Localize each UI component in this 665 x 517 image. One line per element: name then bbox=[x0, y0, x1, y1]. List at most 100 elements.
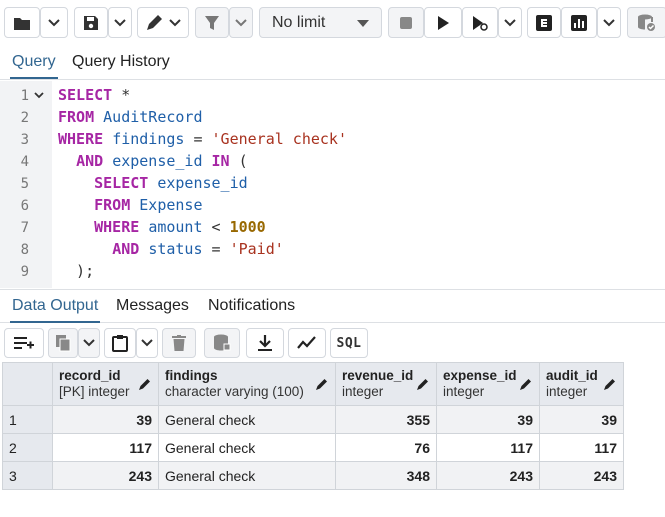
graph-dropdown[interactable] bbox=[597, 7, 621, 38]
add-row-button[interactable] bbox=[4, 328, 44, 358]
code-line[interactable]: AND expense_id IN ( bbox=[58, 152, 248, 170]
commit-button[interactable] bbox=[627, 7, 665, 38]
graph-visualiser-button[interactable] bbox=[288, 328, 326, 358]
explain-button[interactable] bbox=[462, 7, 498, 38]
pencil-icon[interactable] bbox=[416, 377, 430, 391]
open-file-button[interactable] bbox=[4, 7, 40, 38]
copy-dropdown[interactable] bbox=[78, 328, 100, 358]
cell-expense-id[interactable]: 243 bbox=[436, 461, 540, 490]
column-header[interactable]: record_id [PK] integer bbox=[52, 362, 159, 406]
copy-button[interactable] bbox=[48, 328, 78, 358]
open-file-dropdown[interactable] bbox=[40, 7, 68, 38]
line-number: 5 bbox=[20, 176, 29, 192]
pencil-icon[interactable] bbox=[138, 377, 152, 391]
code-token: WHERE bbox=[58, 130, 104, 148]
delete-row-button[interactable] bbox=[162, 328, 196, 358]
tab-data-output[interactable]: Data Output bbox=[10, 290, 101, 323]
cell-findings[interactable]: General check bbox=[158, 433, 336, 462]
save-data-button[interactable] bbox=[204, 328, 240, 358]
code-line[interactable]: AND status = 'Paid' bbox=[58, 240, 284, 258]
code-token: < bbox=[202, 218, 230, 236]
code-token: SELECT bbox=[58, 86, 113, 104]
line-number: 9 bbox=[20, 264, 29, 280]
result-tab-bar: Data Output Messages Notifications bbox=[0, 289, 665, 323]
pencil-icon[interactable] bbox=[519, 377, 533, 391]
row-number[interactable]: 3 bbox=[2, 461, 53, 490]
line-number: 6 bbox=[20, 198, 29, 214]
download-button[interactable] bbox=[246, 328, 284, 358]
code-line[interactable]: SELECT expense_id bbox=[58, 174, 248, 192]
paste-button[interactable] bbox=[104, 328, 136, 358]
pencil-icon[interactable] bbox=[603, 377, 617, 391]
line-number: 7 bbox=[20, 220, 29, 236]
tab-query-history[interactable]: Query History bbox=[70, 46, 172, 79]
column-header[interactable]: expense_id integer bbox=[436, 362, 540, 406]
tab-query[interactable]: Query bbox=[10, 46, 58, 79]
table-row[interactable]: 1 39 General check 355 39 39 bbox=[2, 405, 624, 434]
row-number-header[interactable] bbox=[2, 362, 53, 406]
code-line[interactable]: SELECT * bbox=[58, 86, 130, 104]
cell-record-id[interactable]: 243 bbox=[52, 461, 159, 490]
code-line[interactable]: WHERE amount < 1000 bbox=[58, 218, 266, 236]
execute-dropdown[interactable] bbox=[498, 7, 522, 38]
cell-revenue-id[interactable]: 76 bbox=[335, 433, 437, 462]
column-header[interactable]: findings character varying (100) bbox=[158, 362, 336, 406]
query-toolbar: No limit bbox=[0, 0, 665, 46]
cell-audit-id[interactable]: 39 bbox=[539, 405, 624, 434]
edit-menu-button[interactable] bbox=[137, 7, 189, 38]
table-row[interactable]: 2 117 General check 76 117 117 bbox=[2, 433, 624, 462]
tab-messages[interactable]: Messages bbox=[114, 290, 191, 323]
cell-findings[interactable]: General check bbox=[158, 461, 336, 490]
column-header[interactable]: revenue_id integer bbox=[335, 362, 437, 406]
explain-analyze-button[interactable] bbox=[527, 7, 561, 38]
tab-notifications[interactable]: Notifications bbox=[206, 290, 297, 323]
cell-audit-id[interactable]: 243 bbox=[539, 461, 624, 490]
chevron-down-icon bbox=[603, 18, 615, 26]
table-row[interactable]: 3 243 General check 348 243 243 bbox=[2, 461, 624, 490]
save-icon bbox=[84, 15, 98, 30]
chevron-down-icon bbox=[235, 18, 247, 26]
code-token: status bbox=[148, 240, 203, 258]
line-number: 2 bbox=[20, 110, 29, 126]
add-row-icon bbox=[14, 337, 34, 349]
save-button[interactable] bbox=[74, 7, 108, 38]
code-line[interactable]: ); bbox=[58, 262, 94, 280]
column-header[interactable]: audit_id integer bbox=[539, 362, 624, 406]
code-token: * bbox=[112, 86, 131, 104]
cell-record-id[interactable]: 117 bbox=[52, 433, 159, 462]
code-line[interactable]: WHERE findings = 'General check' bbox=[58, 130, 347, 148]
row-number[interactable]: 1 bbox=[2, 405, 53, 434]
cell-record-id[interactable]: 39 bbox=[52, 405, 159, 434]
save-dropdown[interactable] bbox=[108, 7, 132, 38]
database-save-icon bbox=[214, 334, 231, 351]
cell-revenue-id[interactable]: 355 bbox=[335, 405, 437, 434]
sql-editor[interactable]: 1 2 3 4 5 6 7 8 9 SELECT * FROM AuditRecord WHERE f… bbox=[0, 81, 665, 288]
execute-button[interactable] bbox=[424, 7, 462, 38]
stop-button[interactable] bbox=[388, 7, 424, 38]
code-token: WHERE bbox=[94, 218, 140, 236]
row-limit-select[interactable]: No limit bbox=[259, 7, 382, 38]
row-number[interactable]: 2 bbox=[2, 433, 53, 462]
chevron-down-icon bbox=[169, 18, 181, 26]
filter-dropdown[interactable] bbox=[229, 7, 253, 38]
cell-findings[interactable]: General check bbox=[158, 405, 336, 434]
pencil-icon bbox=[147, 14, 162, 30]
query-tab-bar: Query Query History bbox=[0, 46, 665, 80]
code-token: amount bbox=[148, 218, 203, 236]
cell-revenue-id[interactable]: 348 bbox=[335, 461, 437, 490]
cell-expense-id[interactable]: 117 bbox=[436, 433, 540, 462]
code-line[interactable]: FROM Expense bbox=[58, 196, 202, 214]
fold-chevron-icon[interactable] bbox=[34, 92, 44, 100]
pencil-icon[interactable] bbox=[315, 377, 329, 391]
code-line[interactable]: FROM AuditRecord bbox=[58, 108, 203, 126]
cell-expense-id[interactable]: 39 bbox=[436, 405, 540, 434]
cell-audit-id[interactable]: 117 bbox=[539, 433, 624, 462]
filter-icon bbox=[205, 15, 219, 30]
line-number: 1 bbox=[20, 88, 29, 104]
graph-button[interactable] bbox=[561, 7, 597, 38]
filter-button[interactable] bbox=[195, 7, 229, 38]
sql-button[interactable]: SQL bbox=[330, 328, 368, 358]
paste-dropdown[interactable] bbox=[136, 328, 158, 358]
